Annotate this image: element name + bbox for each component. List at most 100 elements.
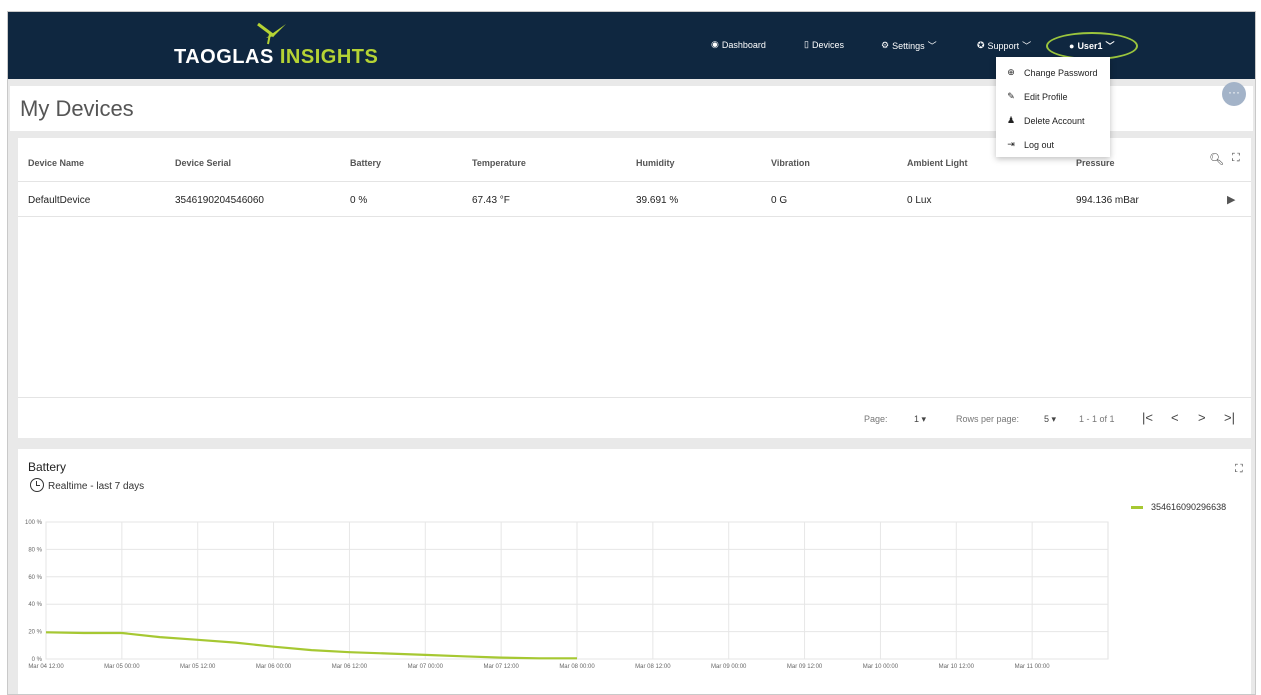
cell-device-name: DefaultDevice — [28, 195, 91, 206]
cell-temperature: 67.43 °F — [472, 195, 510, 206]
support-icon: ✪ — [977, 40, 985, 50]
menu-item-delete-account[interactable]: ♟ Delete Account — [1006, 115, 1085, 126]
first-page-button[interactable]: |< — [1142, 410, 1153, 425]
user-highlight-oval — [1046, 32, 1138, 60]
column-header[interactable]: Vibration — [771, 158, 810, 168]
row-divider — [18, 216, 1251, 217]
edit-profile-label: Edit Profile — [1024, 91, 1068, 102]
app-window: TAOGLAS INSIGHTS ◉ Dashboard ▯ Devices ⚙… — [7, 11, 1256, 695]
battery-chart-panel: Battery Realtime - last 7 days ⛶ 3546160… — [18, 449, 1251, 694]
x-tick-label: Mar 07 12:00 — [483, 664, 519, 670]
x-tick-label: Mar 05 00:00 — [104, 664, 140, 670]
x-tick-label: Mar 09 00:00 — [711, 664, 747, 670]
nav-dashboard[interactable]: ◉ Dashboard — [711, 39, 766, 50]
legend-label: 354616090296638 — [1151, 502, 1227, 512]
chevron-down-icon: ﹀ — [927, 41, 937, 51]
expand-icon[interactable]: ⛶ — [1235, 463, 1243, 476]
footer-divider — [18, 397, 1251, 398]
clock-icon — [30, 478, 44, 492]
user-dropdown-menu: ⊕ Change Password ✎ Edit Profile ♟ Delet… — [996, 57, 1110, 157]
delete-account-label: Delete Account — [1024, 115, 1085, 126]
nav-devices-label: Devices — [811, 39, 844, 50]
devices-table: Device Name Device Serial Battery Temper… — [18, 138, 1251, 438]
series-line — [45, 631, 577, 660]
last-page-button[interactable]: >| — [1224, 410, 1235, 425]
x-tick-label: Mar 11 00:00 — [1015, 664, 1051, 670]
legend-swatch — [1131, 505, 1143, 509]
logo-mark-icon — [257, 22, 286, 45]
x-tick-label: Mar 08 00:00 — [559, 664, 595, 670]
battery-line-chart: 0 % 20 % 40 % 60 % 80 % 100 % Mar 04 12:00 Mar … — [25, 520, 1109, 670]
x-tick-label: Mar 07 00:00 — [408, 664, 444, 670]
play-icon[interactable]: ▶ — [1227, 193, 1235, 206]
devices-icon: ▯ — [804, 39, 809, 49]
chart-time-range[interactable]: Realtime - last 7 days — [48, 481, 144, 492]
column-header[interactable]: Device Serial — [175, 158, 231, 168]
cell-vibration: 0 G — [771, 195, 788, 206]
y-tick-label: 80 % — [28, 547, 42, 553]
menu-item-change-password[interactable]: ⊕ Change Password — [1006, 67, 1098, 78]
brand-product: INSIGHTS — [279, 46, 379, 68]
y-tick-label: 100 % — [25, 520, 43, 526]
menu-item-log-out[interactable]: ⇥ Log out — [1006, 139, 1054, 150]
cell-humidity: 39.691 % — [636, 195, 679, 206]
x-tick-label: Mar 05 12:00 — [180, 664, 216, 670]
page-label: Page: — [864, 414, 888, 424]
x-tick-label: Mar 06 12:00 — [332, 664, 368, 670]
x-tick-label: Mar 09 12:00 — [787, 664, 823, 670]
rows-per-page-value: 5 — [1044, 414, 1050, 424]
next-page-button[interactable]: > — [1198, 410, 1206, 425]
header-divider — [18, 181, 1251, 182]
column-header[interactable]: Temperature — [472, 158, 526, 168]
change-password-label: Change Password — [1024, 67, 1098, 78]
nav-support[interactable]: ✪ Support ﹀ — [977, 39, 1031, 52]
cell-battery: 0 % — [350, 195, 368, 206]
column-header[interactable]: Ambient Light — [907, 158, 968, 168]
page-range: 1 - 1 of 1 — [1079, 414, 1115, 424]
gear-icon: ⚙ — [881, 40, 890, 50]
log-out-label: Log out — [1024, 139, 1055, 150]
column-header[interactable]: Device Name — [28, 158, 84, 168]
x-tick-label: Mar 08 12:00 — [635, 664, 671, 670]
rows-per-page-select[interactable]: 5 ▾ — [1044, 414, 1056, 425]
y-tick-label: 20 % — [28, 630, 42, 636]
nav-settings[interactable]: ⚙ Settings ﹀ — [881, 39, 937, 52]
dashboard-icon: ◉ — [711, 39, 719, 49]
chevron-down-icon: ﹀ — [1022, 41, 1032, 51]
menu-item-edit-profile[interactable]: ✎ Edit Profile — [1006, 91, 1068, 102]
prev-page-button[interactable]: < — [1171, 410, 1179, 425]
cell-ambient-light: 0 Lux — [907, 195, 932, 206]
x-tick-label: Mar 10 12:00 — [939, 664, 975, 670]
edit-icon: ✎ — [1007, 91, 1015, 101]
more-options-button[interactable]: ··· — [1222, 82, 1246, 106]
chart-legend[interactable]: 354616090296638 — [1131, 502, 1226, 512]
column-header[interactable]: Battery — [350, 158, 381, 168]
caret-down-icon: ▾ — [1051, 414, 1057, 424]
column-header[interactable]: Pressure — [1076, 158, 1115, 168]
nav-settings-label: Settings — [892, 40, 925, 51]
x-tick-label: Mar 10 00:00 — [863, 664, 899, 670]
x-tick-label: Mar 06 00:00 — [256, 664, 292, 670]
nav-support-label: Support — [987, 40, 1020, 51]
cell-device-serial: 3546190204546060 — [175, 195, 264, 206]
delete-user-icon: ♟ — [1006, 115, 1016, 125]
search-icon[interactable]: 🔍︎ — [1209, 152, 1224, 166]
cell-pressure: 994.136 mBar — [1076, 195, 1139, 206]
rows-per-page-label: Rows per page: — [956, 414, 1020, 424]
nav-devices[interactable]: ▯ Devices — [804, 39, 844, 50]
caret-down-icon: ▾ — [921, 414, 927, 424]
lock-icon: ⊕ — [1007, 67, 1015, 77]
logout-icon: ⇥ — [1007, 139, 1015, 149]
brand-logo[interactable]: TAOGLAS INSIGHTS — [174, 46, 378, 69]
y-tick-label: 40 % — [28, 602, 42, 608]
page-select-value: 1 — [914, 414, 920, 424]
page-select[interactable]: 1 ▾ — [914, 414, 926, 425]
y-tick-label: 60 % — [28, 575, 42, 581]
brand-name: TAOGLAS — [174, 46, 274, 68]
page-title: My Devices — [20, 96, 134, 121]
column-header[interactable]: Humidity — [636, 158, 675, 168]
chart-title: Battery — [28, 460, 67, 474]
expand-icon[interactable]: ⛶ — [1232, 152, 1240, 165]
nav-dashboard-label: Dashboard — [721, 39, 766, 50]
y-tick-label: 0 % — [32, 657, 43, 663]
